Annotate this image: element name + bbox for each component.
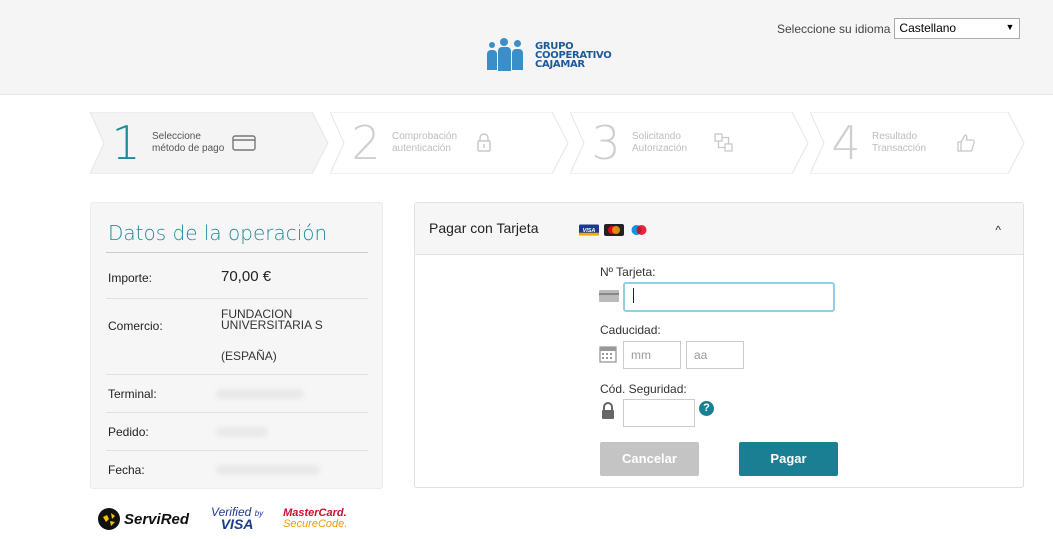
- terminal-row: Terminal:: [106, 375, 368, 413]
- help-icon[interactable]: ?: [699, 401, 714, 416]
- verified-by-visa-logo: Verified by VISA: [211, 506, 264, 532]
- language-selector: Seleccione su idioma Castellano ▼: [777, 18, 1021, 39]
- cajamar-logo: GRUPO COOPERATIVO CAJAMAR: [487, 38, 612, 72]
- padlock-icon: [477, 133, 491, 152]
- step-label-line-2: autenticación: [392, 143, 451, 154]
- step-number: 1: [111, 116, 141, 170]
- servired-globe-icon: [98, 508, 120, 530]
- mastercard-securecode-logo: MasterCard. SecureCode.: [283, 508, 347, 530]
- calendar-icon: [599, 346, 617, 363]
- dropdown-arrow-icon: ▼: [1005, 22, 1015, 32]
- logo-text: GRUPO COOPERATIVO CAJAMAR: [535, 41, 612, 70]
- visa-label: VISA: [583, 228, 596, 234]
- language-select[interactable]: Castellano ▼: [894, 18, 1021, 39]
- redacted-value: [216, 465, 320, 475]
- verified-visa-text: VISA: [220, 516, 254, 532]
- language-value: Castellano: [899, 21, 957, 35]
- comercio-row: Comercio: FUNDACION UNIVERSITARIA S (ESP…: [106, 299, 368, 375]
- collapse-chevron-icon[interactable]: ^: [995, 223, 1001, 237]
- progress-steps: 1 Seleccione método de pago 2 Comprobaci…: [90, 112, 1025, 174]
- terminal-label: Terminal:: [108, 387, 157, 401]
- step-label: Resultado Transacción: [872, 131, 962, 155]
- fecha-row: Fecha:: [106, 451, 368, 487]
- step-number: 3: [591, 116, 621, 170]
- pay-button[interactable]: Pagar: [739, 442, 838, 476]
- step-4: 4 Resultado Transacción: [810, 112, 1025, 174]
- logo-people-icon: [487, 38, 529, 72]
- network-icon: [714, 133, 733, 152]
- expiry-year-input[interactable]: aa: [686, 341, 744, 369]
- card-brands: VISA: [579, 224, 649, 236]
- step-label-line-1: Resultado: [872, 131, 918, 142]
- cvv-input[interactable]: [623, 399, 695, 427]
- step-2: 2 Comprobación autenticación: [330, 112, 570, 174]
- step-label-line-2: método de pago: [152, 143, 225, 154]
- step-label: Seleccione método de pago: [152, 131, 242, 155]
- payment-card-header[interactable]: Pagar con Tarjeta VISA ^: [415, 203, 1023, 255]
- servired-text: ServiRed: [124, 510, 190, 528]
- language-label: Seleccione su idioma: [777, 21, 891, 36]
- step-label: Solicitando Autorización: [632, 131, 722, 155]
- comercio-label: Comercio:: [108, 319, 163, 333]
- step-1: 1 Seleccione método de pago: [90, 112, 330, 174]
- step-number: 4: [831, 116, 861, 170]
- cvv-label: Cód. Seguridad:: [600, 382, 687, 396]
- maestro-icon: [631, 225, 647, 235]
- securecode-text: SecureCode.: [283, 518, 348, 530]
- step-3: 3 Solicitando Autorización: [570, 112, 810, 174]
- step-label-line-1: Solicitando: [632, 131, 681, 142]
- step-label: Comprobación autenticación: [392, 131, 482, 155]
- card-number-icon: [599, 290, 619, 302]
- pedido-label: Pedido:: [108, 425, 149, 439]
- thumbs-up-icon: [957, 134, 975, 152]
- pedido-row: Pedido:: [106, 413, 368, 451]
- redacted-value: [216, 427, 268, 437]
- header: GRUPO COOPERATIVO CAJAMAR Seleccione su …: [0, 0, 1053, 95]
- mastercard-icon: [604, 224, 624, 236]
- verified-by-text: by: [254, 509, 264, 518]
- step-label-line-1: Comprobación: [392, 131, 458, 142]
- operation-details-panel: Datos de la operación Importe: 70,00 € C…: [90, 202, 383, 489]
- fecha-label: Fecha:: [108, 463, 145, 477]
- security-brands: ServiRed Verified by VISA MasterCard. Se…: [98, 506, 347, 532]
- comercio-value-line-2: UNIVERSITARIA S: [221, 318, 323, 332]
- step-label-line-1: Seleccione: [152, 131, 201, 142]
- redacted-value: [216, 389, 304, 399]
- step-label-line-2: Autorización: [632, 143, 688, 154]
- payment-card-title: Pagar con Tarjeta: [429, 220, 539, 236]
- cancel-button[interactable]: Cancelar: [600, 442, 699, 476]
- text-caret: [633, 288, 634, 303]
- importe-row: Importe: 70,00 €: [106, 255, 368, 299]
- expiry-month-input[interactable]: mm: [623, 341, 681, 369]
- comercio-value-line-3: (ESPAÑA): [221, 349, 277, 363]
- importe-value: 70,00 €: [221, 268, 272, 285]
- payment-card-panel: Pagar con Tarjeta VISA ^ Nº Tarjeta: Cad…: [414, 202, 1024, 488]
- divider: [106, 252, 368, 253]
- expiry-label: Caducidad:: [600, 323, 661, 337]
- card-number-input[interactable]: [623, 282, 835, 312]
- lock-icon: [602, 402, 614, 419]
- step-number: 2: [351, 116, 381, 170]
- logo-line-3: CAJAMAR: [535, 58, 585, 70]
- operation-details-title: Datos de la operación: [108, 221, 328, 245]
- visa-icon: VISA: [579, 224, 599, 236]
- card-number-label: Nº Tarjeta:: [600, 265, 656, 279]
- step-label-line-2: Transacción: [872, 143, 927, 154]
- servired-logo: ServiRed: [98, 508, 189, 530]
- credit-card-icon: [232, 135, 256, 151]
- importe-label: Importe:: [108, 271, 153, 285]
